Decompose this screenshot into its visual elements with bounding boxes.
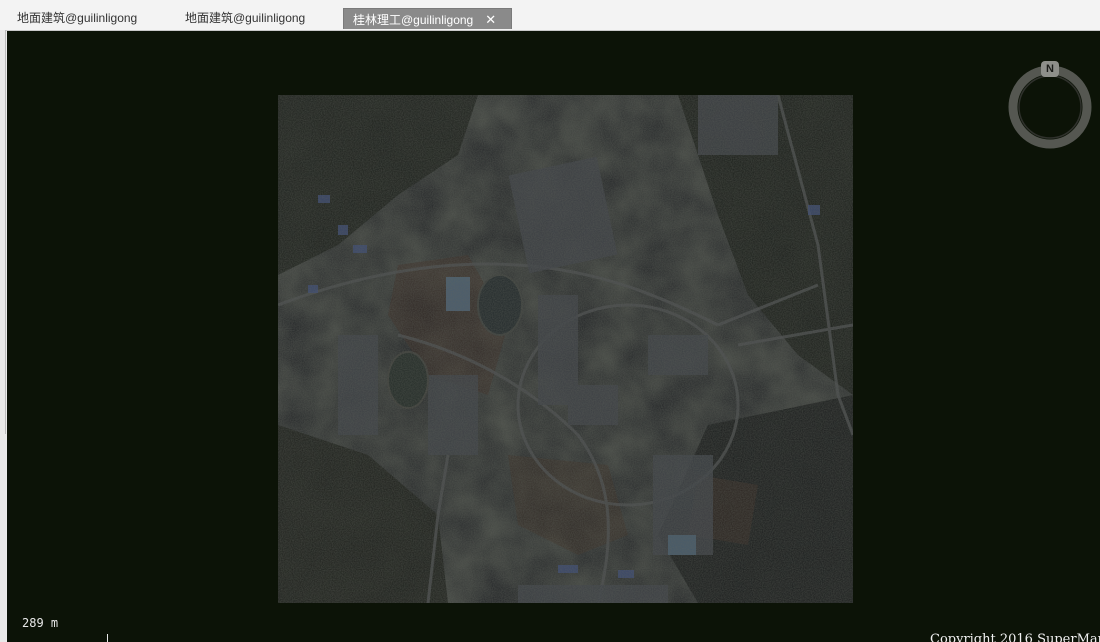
scene-viewport[interactable]: N 289 m Copyright 2016 SuperMap: [7, 31, 1100, 642]
document-tab-bar: 地面建筑@guilinligong 地面建筑@guilinligong 桂林理工…: [0, 0, 1100, 31]
scene-window: 地面建筑@guilinligong 地面建筑@guilinligong 桂林理工…: [0, 0, 1100, 642]
tab-label: 地面建筑@guilinligong: [17, 11, 138, 25]
scale-bar: [107, 634, 108, 642]
satellite-imagery: [278, 95, 853, 603]
tab-guilin-ligong[interactable]: 桂林理工@guilinligong ✕: [343, 8, 512, 29]
tab-label: 地面建筑@guilinligong: [185, 11, 306, 25]
close-icon[interactable]: ✕: [485, 9, 496, 30]
copyright-text: Copyright 2016 SuperMap: [930, 632, 1100, 642]
tab-label: 桂林理工@guilinligong: [353, 13, 474, 27]
compass-north-label: N: [1046, 63, 1054, 75]
tab-ground-buildings-1[interactable]: 地面建筑@guilinligong: [8, 8, 146, 29]
scale-label: 289 m: [22, 616, 59, 630]
tab-ground-buildings-2[interactable]: 地面建筑@guilinligong: [176, 8, 314, 29]
panel-splitter[interactable]: [0, 30, 6, 642]
